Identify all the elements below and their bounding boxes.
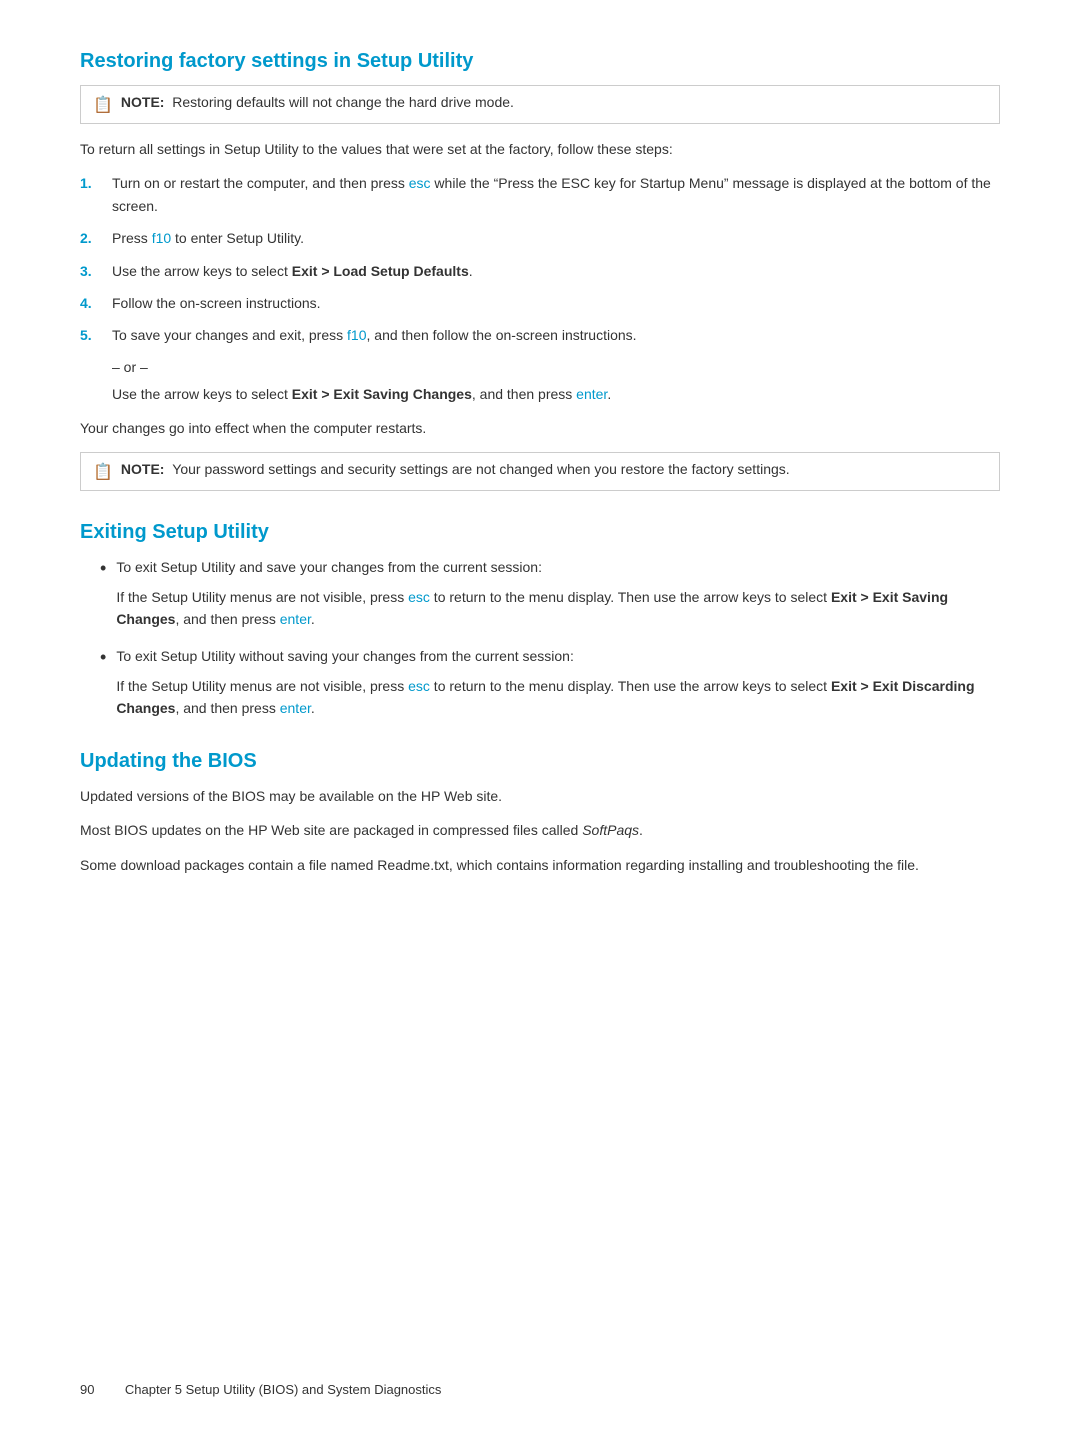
section3-heading: Updating the BIOS	[80, 750, 1000, 773]
note-box-2-content: NOTE: Your password settings and securit…	[121, 461, 790, 477]
step-4-text: Follow the on-screen instructions.	[112, 292, 321, 314]
bullet-list-exit: • To exit Setup Utility and save your ch…	[80, 556, 1000, 720]
bullet-2-content: To exit Setup Utility without saving you…	[116, 645, 1000, 720]
note1-label: NOTE:	[121, 94, 165, 110]
key-f10-step2: f10	[152, 230, 171, 246]
section3-para2: Most BIOS updates on the HP Web site are…	[80, 819, 1000, 841]
note1-text: Restoring defaults will not change the h…	[168, 94, 514, 110]
step-3-bold: Exit > Load Setup Defaults	[292, 263, 469, 279]
footer-chapter-text: Chapter 5 Setup Utility (BIOS) and Syste…	[125, 1382, 441, 1397]
key-esc-bullet1: esc	[408, 589, 430, 605]
key-esc-step1: esc	[409, 175, 431, 191]
step-3-number: 3.	[80, 260, 100, 282]
or-subtext: Use the arrow keys to select Exit > Exit…	[112, 383, 1000, 405]
step-1-number: 1.	[80, 172, 100, 194]
key-enter-bullet1: enter	[280, 611, 311, 627]
key-esc-bullet2: esc	[408, 678, 430, 694]
key-enter-bullet2: enter	[280, 700, 311, 716]
step-4: 4. Follow the on-screen instructions.	[80, 292, 1000, 314]
section-restoring-factory-settings: Restoring factory settings in Setup Util…	[80, 50, 1000, 491]
step-1-text: Turn on or restart the computer, and the…	[112, 172, 1000, 217]
note-box-2: 📋 NOTE: Your password settings and secur…	[80, 452, 1000, 491]
note-icon-2: 📋	[93, 462, 113, 482]
key-enter-or: enter	[576, 386, 607, 402]
bullet-dot-2: •	[100, 643, 106, 672]
footer: 90 Chapter 5 Setup Utility (BIOS) and Sy…	[80, 1382, 1000, 1397]
step-2-number: 2.	[80, 227, 100, 249]
note-box-1: 📋 NOTE: Restoring defaults will not chan…	[80, 85, 1000, 124]
or-line: – or –	[112, 359, 1000, 375]
step-5-number: 5.	[80, 324, 100, 346]
bullet-1-subtext: If the Setup Utility menus are not visib…	[116, 586, 1000, 631]
bullet-2-intro: To exit Setup Utility without saving you…	[116, 645, 1000, 667]
step-1: 1. Turn on or restart the computer, and …	[80, 172, 1000, 217]
footer-page-number: 90	[80, 1382, 94, 1397]
or-bold: Exit > Exit Saving Changes	[292, 386, 472, 402]
section3-para1: Updated versions of the BIOS may be avai…	[80, 785, 1000, 807]
step-5-text: To save your changes and exit, press f10…	[112, 324, 637, 346]
bullet-2-bold: Exit > Exit Discarding Changes	[116, 678, 974, 716]
footer-separator	[102, 1382, 116, 1397]
section-exiting-setup-utility: Exiting Setup Utility • To exit Setup Ut…	[80, 521, 1000, 720]
note-icon-1: 📋	[93, 95, 113, 115]
step-3: 3. Use the arrow keys to select Exit > L…	[80, 260, 1000, 282]
key-f10-step5: f10	[347, 327, 366, 343]
or-block: – or – Use the arrow keys to select Exit…	[80, 359, 1000, 405]
section1-heading: Restoring factory settings in Setup Util…	[80, 50, 1000, 73]
bullet-1: • To exit Setup Utility and save your ch…	[100, 556, 1000, 631]
step-2-text: Press f10 to enter Setup Utility.	[112, 227, 304, 249]
section-updating-bios: Updating the BIOS Updated versions of th…	[80, 750, 1000, 876]
note2-label: NOTE:	[121, 461, 165, 477]
section3-para3: Some download packages contain a file na…	[80, 854, 1000, 876]
section1-closing: Your changes go into effect when the com…	[80, 417, 1000, 439]
step-2: 2. Press f10 to enter Setup Utility.	[80, 227, 1000, 249]
bullet-dot-1: •	[100, 554, 106, 583]
bullet-2-subtext: If the Setup Utility menus are not visib…	[116, 675, 1000, 720]
step-4-number: 4.	[80, 292, 100, 314]
bullet-1-content: To exit Setup Utility and save your chan…	[116, 556, 1000, 631]
bullet-2: • To exit Setup Utility without saving y…	[100, 645, 1000, 720]
note-box-1-content: NOTE: Restoring defaults will not change…	[121, 94, 514, 110]
bullet-1-intro: To exit Setup Utility and save your chan…	[116, 556, 1000, 578]
step-5: 5. To save your changes and exit, press …	[80, 324, 1000, 346]
steps-list: 1. Turn on or restart the computer, and …	[80, 172, 1000, 346]
softpaqs-italic: SoftPaqs	[582, 822, 639, 838]
note2-text: Your password settings and security sett…	[168, 461, 789, 477]
step-3-text: Use the arrow keys to select Exit > Load…	[112, 260, 473, 282]
section2-heading: Exiting Setup Utility	[80, 521, 1000, 544]
bullet-1-bold: Exit > Exit Saving Changes	[116, 589, 948, 627]
section1-intro: To return all settings in Setup Utility …	[80, 138, 1000, 160]
